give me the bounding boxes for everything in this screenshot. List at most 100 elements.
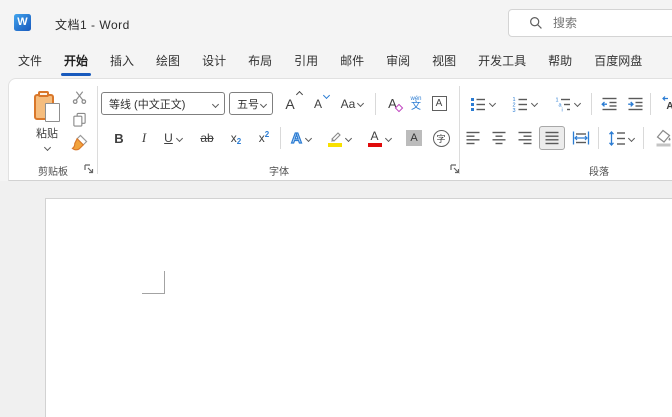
font-group-label: 字体 <box>269 167 289 178</box>
tab-home[interactable]: 开始 <box>53 46 99 78</box>
bullets-icon <box>470 97 485 111</box>
tab-developer[interactable]: 开发工具 <box>467 46 537 78</box>
align-center-icon <box>492 131 506 145</box>
copy-button[interactable] <box>67 109 91 129</box>
bullets-button[interactable] <box>463 92 501 115</box>
tab-design[interactable]: 设计 <box>191 46 237 78</box>
cut-button[interactable] <box>67 87 91 107</box>
align-right-icon <box>518 131 532 145</box>
subscript-button[interactable]: x 2 <box>223 126 249 150</box>
multilevel-list-icon: 1 a i <box>555 97 570 112</box>
word-logo-icon: W <box>14 14 31 31</box>
toolbar-separator <box>280 127 281 149</box>
font-size-chevron-icon[interactable] <box>259 100 268 109</box>
align-right-button[interactable] <box>513 126 537 150</box>
multilevel-list-button[interactable]: 1 a i <box>547 92 587 115</box>
font-color-swatch <box>367 142 382 147</box>
numbering-icon: 1 2 3 <box>512 97 527 112</box>
italic-button[interactable]: I <box>133 126 155 150</box>
paragraph-group-label: 段落 <box>589 167 609 178</box>
ribbon: 粘贴 剪贴板 等线 (中文正文) 五号 A A Aa A wén 文 A B I… <box>8 78 672 181</box>
scissors-icon <box>72 90 86 104</box>
paste-button[interactable]: 粘贴 <box>21 85 73 157</box>
toolbar-separator <box>643 127 644 149</box>
tab-help[interactable]: 帮助 <box>537 46 583 78</box>
numbering-chevron-icon[interactable] <box>530 99 538 108</box>
svg-text:i: i <box>561 107 562 112</box>
paste-dropdown-chevron-icon[interactable] <box>43 143 51 152</box>
text-effects-button[interactable]: A <box>285 126 317 150</box>
font-size-value: 五号 <box>237 98 259 111</box>
underline-chevron-icon[interactable] <box>175 134 183 142</box>
change-case-button[interactable]: Aa <box>333 92 371 115</box>
decrease-indent-icon <box>600 97 616 110</box>
increase-indent-button[interactable] <box>623 92 647 115</box>
superscript-button[interactable]: x 2 <box>251 126 277 150</box>
distribute-text-button[interactable] <box>567 126 595 150</box>
search-input[interactable] <box>553 16 672 30</box>
align-left-button[interactable] <box>461 126 485 150</box>
text-highlight-color-button[interactable] <box>321 126 357 150</box>
tab-mailings[interactable]: 邮件 <box>329 46 375 78</box>
bold-button[interactable]: B <box>107 126 131 150</box>
font-color-chevron-icon[interactable] <box>384 134 392 142</box>
search-box[interactable] <box>508 9 672 37</box>
phonetic-guide-button[interactable]: wén 文 <box>406 92 426 115</box>
titlebar: W 文档1 - Word <box>0 0 672 46</box>
shading-button[interactable] <box>649 126 672 150</box>
paint-bucket-icon <box>656 129 671 147</box>
tab-baidu-netdisk[interactable]: 百度网盘 <box>583 46 653 78</box>
ribbon-tab-row: 文件 开始 插入 绘图 设计 布局 引用 邮件 审阅 视图 开发工具 帮助 百度… <box>0 46 672 78</box>
numbering-button[interactable]: 1 2 3 <box>505 92 543 115</box>
line-spacing-button[interactable] <box>603 126 639 150</box>
character-border-button[interactable]: A <box>428 92 450 115</box>
font-name-chevron-icon[interactable] <box>211 100 220 109</box>
svg-text:3: 3 <box>512 108 515 112</box>
margin-crop-mark <box>142 271 165 294</box>
tab-file[interactable]: 文件 <box>7 46 53 78</box>
font-color-button[interactable]: A <box>361 126 397 150</box>
tab-layout[interactable]: 布局 <box>237 46 283 78</box>
window-title: 文档1 - Word <box>55 18 130 32</box>
highlight-color-swatch <box>327 142 342 147</box>
character-shading-button[interactable]: A <box>401 126 427 150</box>
change-case-chevron-icon <box>357 99 365 108</box>
strikethrough-button[interactable]: ab <box>193 126 221 150</box>
font-size-combobox[interactable]: 五号 <box>229 92 273 115</box>
document-page[interactable] <box>45 198 672 417</box>
toolbar-separator <box>598 127 599 149</box>
search-icon <box>530 17 542 29</box>
document-area <box>0 181 672 417</box>
shrink-font-button[interactable]: A <box>305 91 331 115</box>
format-painter-button[interactable] <box>67 131 91 153</box>
grow-font-button[interactable]: A <box>277 90 303 115</box>
line-spacing-icon <box>609 130 625 146</box>
font-name-value: 等线 (中文正文) <box>109 98 186 111</box>
underline-button[interactable]: U <box>157 126 189 150</box>
text-effects-chevron-icon[interactable] <box>304 134 312 142</box>
clear-formatting-button[interactable]: A <box>380 92 405 115</box>
font-name-combobox[interactable]: 等线 (中文正文) <box>101 92 225 115</box>
clipboard-dialog-launcher[interactable] <box>83 163 95 175</box>
asian-layout-button[interactable]: A <box>656 92 672 115</box>
line-spacing-chevron-icon[interactable] <box>627 134 636 142</box>
distribute-text-icon <box>572 131 590 145</box>
paste-label: 粘贴 <box>36 128 58 140</box>
group-separator <box>97 86 98 174</box>
paste-clipboard-icon <box>34 91 60 122</box>
tab-draw[interactable]: 绘图 <box>145 46 191 78</box>
group-separator <box>459 86 460 174</box>
grow-font-caret-icon <box>295 90 303 98</box>
tab-references[interactable]: 引用 <box>283 46 329 78</box>
tab-review[interactable]: 审阅 <box>375 46 421 78</box>
highlight-chevron-icon[interactable] <box>344 134 352 142</box>
decrease-indent-button[interactable] <box>597 92 621 115</box>
enclose-characters-button[interactable]: 字 <box>429 126 453 150</box>
toolbar-separator <box>591 93 592 115</box>
multilevel-chevron-icon[interactable] <box>573 99 581 108</box>
align-center-button[interactable] <box>487 126 511 150</box>
tab-insert[interactable]: 插入 <box>99 46 145 78</box>
tab-view[interactable]: 视图 <box>421 46 467 78</box>
justify-button[interactable] <box>539 126 565 150</box>
bullets-chevron-icon[interactable] <box>488 99 496 108</box>
